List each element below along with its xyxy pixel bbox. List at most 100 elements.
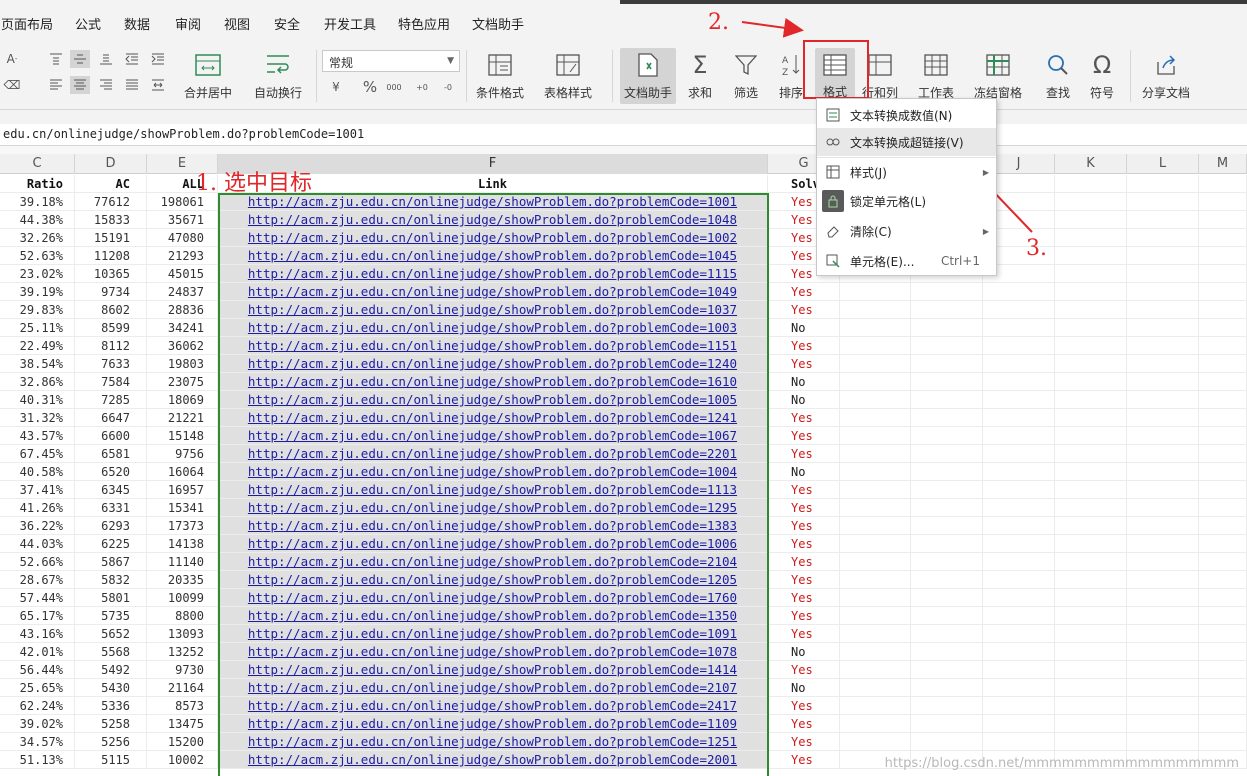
all-cell[interactable]: 8573: [147, 697, 218, 715]
empty-cell[interactable]: [840, 337, 911, 355]
link-cell[interactable]: http://acm.zju.edu.cn/onlinejudge/showPr…: [218, 715, 768, 733]
link-cell-text[interactable]: http://acm.zju.edu.cn/onlinejudge/showPr…: [248, 320, 737, 335]
sort-button[interactable]: AZ 排序: [775, 50, 807, 101]
link-cell[interactable]: http://acm.zju.edu.cn/onlinejudge/showPr…: [218, 481, 768, 499]
solved-cell[interactable]: Yes: [768, 499, 840, 517]
conditional-format-button[interactable]: 条件格式: [476, 50, 524, 101]
ratio-cell[interactable]: 62.24%: [0, 697, 75, 715]
link-cell-text[interactable]: http://acm.zju.edu.cn/onlinejudge/showPr…: [248, 410, 737, 425]
ratio-cell[interactable]: 42.01%: [0, 643, 75, 661]
increase-decimal-icon[interactable]: +0: [412, 78, 432, 96]
empty-cell[interactable]: [1055, 625, 1127, 643]
all-cell[interactable]: 45015: [147, 265, 218, 283]
empty-cell[interactable]: [911, 571, 983, 589]
link-cell[interactable]: http://acm.zju.edu.cn/onlinejudge/showPr…: [218, 589, 768, 607]
empty-cell[interactable]: [1127, 373, 1199, 391]
tab-special-apps[interactable]: 特色应用: [398, 14, 450, 33]
empty-cell[interactable]: [983, 643, 1055, 661]
ratio-cell[interactable]: 32.86%: [0, 373, 75, 391]
empty-cell[interactable]: [1127, 589, 1199, 607]
empty-cell[interactable]: [1199, 679, 1247, 697]
link-cell[interactable]: http://acm.zju.edu.cn/onlinejudge/showPr…: [218, 445, 768, 463]
empty-cell[interactable]: [983, 733, 1055, 751]
all-cell[interactable]: 9730: [147, 661, 218, 679]
empty-cell[interactable]: [1055, 445, 1127, 463]
all-cell[interactable]: 36062: [147, 337, 218, 355]
ratio-cell[interactable]: 28.67%: [0, 571, 75, 589]
link-cell[interactable]: http://acm.zju.edu.cn/onlinejudge/showPr…: [218, 535, 768, 553]
link-cell-text[interactable]: http://acm.zju.edu.cn/onlinejudge/showPr…: [248, 302, 737, 317]
all-cell[interactable]: 19803: [147, 355, 218, 373]
solved-cell[interactable]: No: [768, 463, 840, 481]
ratio-cell[interactable]: 32.26%: [0, 229, 75, 247]
empty-cell[interactable]: [911, 661, 983, 679]
doc-helper-button[interactable]: 文档助手: [620, 48, 676, 104]
link-cell[interactable]: http://acm.zju.edu.cn/onlinejudge/showPr…: [218, 211, 768, 229]
link-cell-text[interactable]: http://acm.zju.edu.cn/onlinejudge/showPr…: [248, 212, 737, 227]
link-cell[interactable]: http://acm.zju.edu.cn/onlinejudge/showPr…: [218, 301, 768, 319]
empty-cell[interactable]: [983, 427, 1055, 445]
link-cell[interactable]: http://acm.zju.edu.cn/onlinejudge/showPr…: [218, 625, 768, 643]
tab-review[interactable]: 审阅: [175, 14, 201, 33]
empty-cell[interactable]: [1055, 373, 1127, 391]
empty-cell[interactable]: [911, 463, 983, 481]
empty-cell[interactable]: [911, 391, 983, 409]
all-cell[interactable]: 18069: [147, 391, 218, 409]
solved-cell[interactable]: Yes: [768, 661, 840, 679]
empty-cell[interactable]: [1127, 697, 1199, 715]
link-cell-text[interactable]: http://acm.zju.edu.cn/onlinejudge/showPr…: [248, 698, 737, 713]
all-cell[interactable]: 21293: [147, 247, 218, 265]
ratio-cell[interactable]: 67.45%: [0, 445, 75, 463]
empty-cell[interactable]: [911, 733, 983, 751]
ac-cell[interactable]: 5735: [75, 607, 147, 625]
link-cell[interactable]: http://acm.zju.edu.cn/onlinejudge/showPr…: [218, 283, 768, 301]
solved-cell[interactable]: Yes: [768, 517, 840, 535]
empty-cell[interactable]: [840, 499, 911, 517]
empty-cell[interactable]: [1127, 499, 1199, 517]
empty-cell[interactable]: [1199, 265, 1247, 283]
ac-cell[interactable]: 5492: [75, 661, 147, 679]
solved-cell[interactable]: Yes: [768, 535, 840, 553]
empty-cell[interactable]: [840, 715, 911, 733]
all-cell[interactable]: 10002: [147, 751, 218, 769]
column-header-k[interactable]: K: [1055, 154, 1127, 174]
ac-cell[interactable]: 5832: [75, 571, 147, 589]
freeze-panes-button[interactable]: 冻结窗格: [974, 50, 1022, 101]
all-cell[interactable]: 24837: [147, 283, 218, 301]
empty-cell[interactable]: [983, 535, 1055, 553]
empty-cell[interactable]: [1199, 661, 1247, 679]
solved-cell[interactable]: Yes: [768, 337, 840, 355]
empty-cell[interactable]: [1199, 211, 1247, 229]
ac-cell[interactable]: 9734: [75, 283, 147, 301]
all-cell[interactable]: 21164: [147, 679, 218, 697]
ratio-cell[interactable]: 38.54%: [0, 355, 75, 373]
all-cell[interactable]: 13252: [147, 643, 218, 661]
tab-developer[interactable]: 开发工具: [324, 14, 376, 33]
solved-cell[interactable]: Yes: [768, 481, 840, 499]
empty-cell[interactable]: [1055, 427, 1127, 445]
empty-cell[interactable]: [983, 301, 1055, 319]
all-cell[interactable]: 35671: [147, 211, 218, 229]
ratio-cell[interactable]: 65.17%: [0, 607, 75, 625]
tab-data[interactable]: 数据: [124, 14, 150, 33]
ratio-cell[interactable]: 22.49%: [0, 337, 75, 355]
empty-cell[interactable]: [1199, 283, 1247, 301]
all-cell[interactable]: 47080: [147, 229, 218, 247]
empty-cell[interactable]: [911, 643, 983, 661]
empty-cell[interactable]: [1055, 715, 1127, 733]
share-doc-button[interactable]: 分享文档: [1142, 50, 1190, 101]
ac-cell[interactable]: 8602: [75, 301, 147, 319]
empty-cell[interactable]: [840, 283, 911, 301]
ratio-cell[interactable]: 25.11%: [0, 319, 75, 337]
link-cell[interactable]: http://acm.zju.edu.cn/onlinejudge/showPr…: [218, 337, 768, 355]
empty-cell[interactable]: [911, 409, 983, 427]
empty-cell[interactable]: [1055, 643, 1127, 661]
all-cell[interactable]: 21221: [147, 409, 218, 427]
empty-cell[interactable]: [983, 319, 1055, 337]
empty-cell[interactable]: [1055, 517, 1127, 535]
decrease-decimal-icon[interactable]: -0: [438, 78, 458, 96]
ac-cell[interactable]: 5867: [75, 553, 147, 571]
empty-cell[interactable]: [1199, 697, 1247, 715]
empty-cell[interactable]: [1055, 733, 1127, 751]
tab-page-layout[interactable]: 页面布局: [1, 14, 53, 33]
